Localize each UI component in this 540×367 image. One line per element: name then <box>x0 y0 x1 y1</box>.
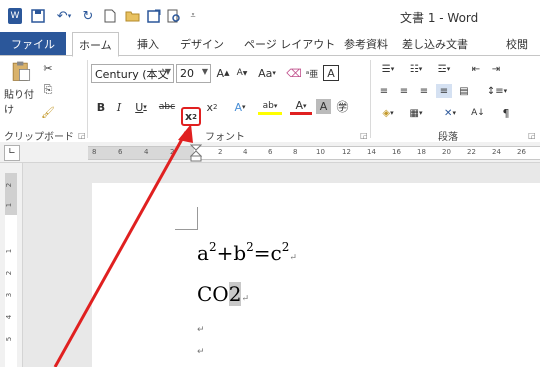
word-window: W ↶ ▾ ↻ ⩡ 文書 1 - Word ファイル ホーム 挿入 デザイン ペー… <box>0 0 540 367</box>
tab-home[interactable]: ホーム <box>72 32 119 57</box>
